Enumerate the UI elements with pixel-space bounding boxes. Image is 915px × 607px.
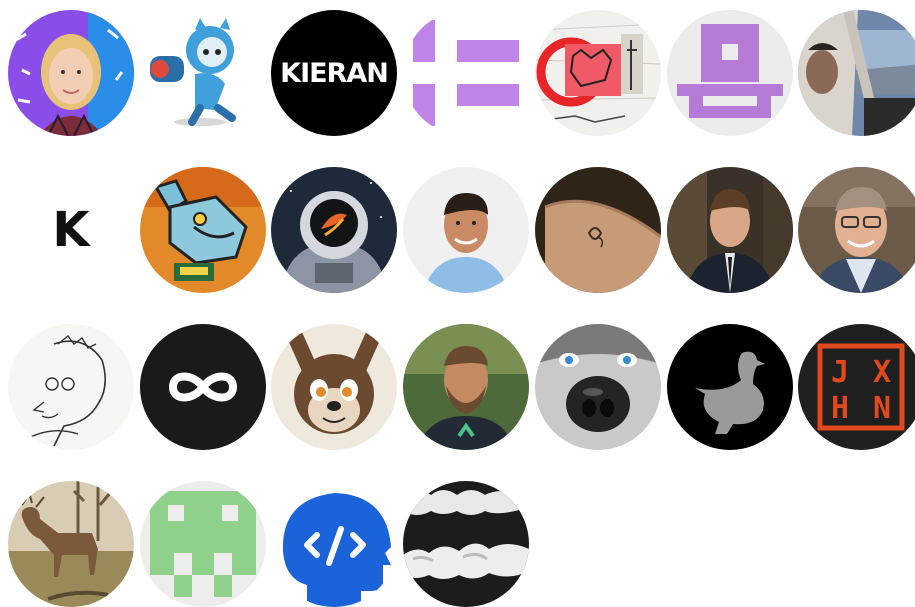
avatar-2[interactable] — [140, 10, 266, 136]
k-letter-logo: K — [52, 202, 90, 258]
avatar-11[interactable] — [403, 167, 529, 293]
avatar-6[interactable] — [667, 10, 793, 136]
avatar-19[interactable] — [535, 324, 661, 450]
avatar-13[interactable] — [667, 167, 793, 293]
kieran-wordmark: KIERAN — [280, 57, 389, 89]
avatar-7[interactable] — [798, 10, 915, 136]
avatar-16[interactable] — [140, 324, 266, 450]
avatar-20[interactable] — [667, 324, 793, 450]
avatar-17[interactable] — [271, 324, 397, 450]
avatar-14[interactable] — [798, 167, 915, 293]
avatar-15[interactable] — [8, 324, 134, 450]
avatar-1[interactable] — [8, 10, 134, 136]
avatar-12[interactable] — [535, 167, 661, 293]
avatar-24[interactable] — [271, 481, 397, 607]
monogram-n: N — [873, 391, 891, 426]
avatar-21[interactable]: J X H N — [798, 324, 915, 450]
avatar-8[interactable]: K — [8, 167, 134, 293]
avatar-4[interactable] — [403, 10, 529, 136]
avatar-5[interactable] — [535, 10, 661, 136]
avatar-22[interactable] — [8, 481, 134, 607]
avatar-grid: KIERAN K J X H N — [0, 0, 915, 607]
avatar-10[interactable] — [271, 167, 397, 293]
avatar-25[interactable] — [403, 481, 529, 607]
avatar-9[interactable] — [140, 167, 266, 293]
avatar-23[interactable] — [140, 481, 266, 607]
avatar-3[interactable]: KIERAN — [271, 10, 397, 136]
avatar-18[interactable] — [403, 324, 529, 450]
monogram-h: H — [831, 391, 849, 426]
monogram-x: X — [873, 355, 891, 390]
monogram-j: J — [831, 355, 849, 390]
